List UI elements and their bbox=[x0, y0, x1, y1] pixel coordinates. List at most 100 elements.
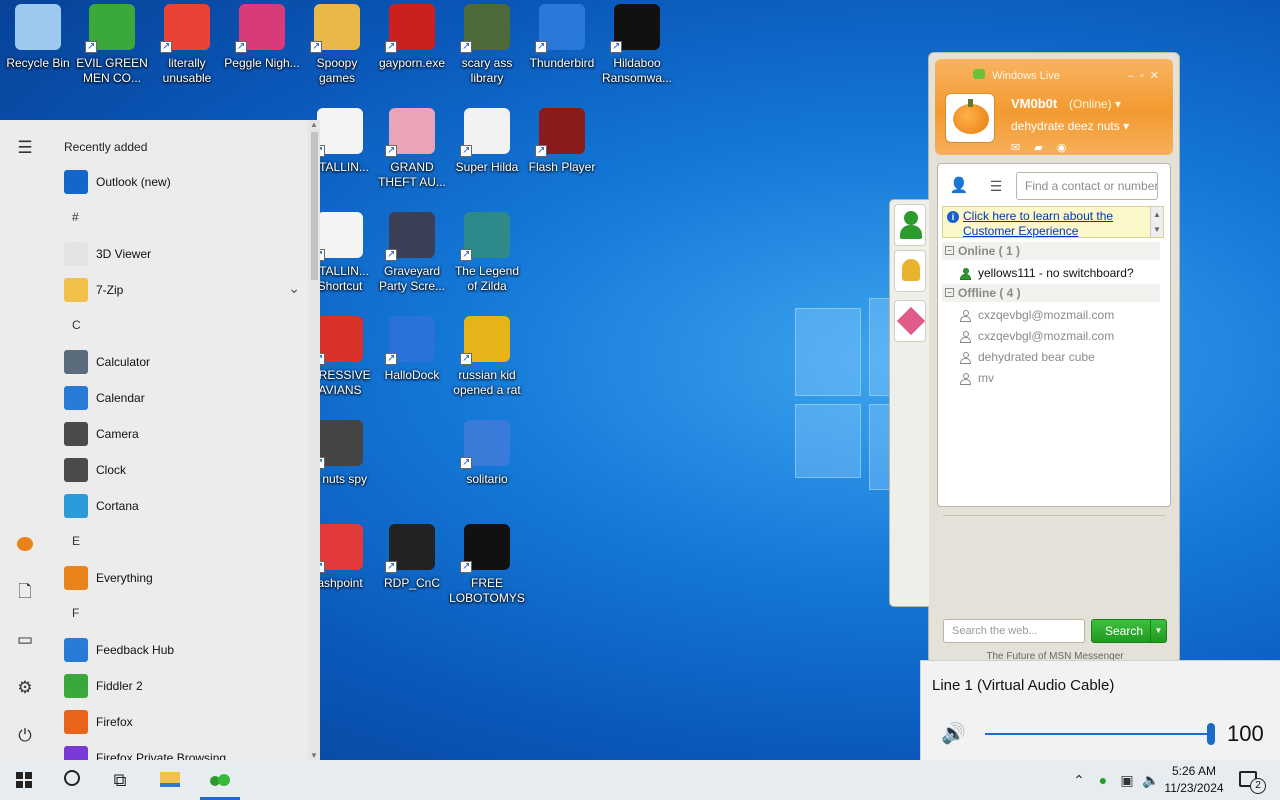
add-contact-icon[interactable]: 👤 bbox=[946, 174, 972, 198]
clock[interactable]: 5:26 AM 11/23/2024 bbox=[1158, 763, 1230, 797]
collapse-icon[interactable]: − bbox=[945, 246, 954, 255]
desktop-icon[interactable]: Hildaboo Ransomwa... bbox=[599, 4, 675, 86]
scroll-thumb[interactable] bbox=[311, 132, 318, 280]
desktop-icon[interactable]: RDP_CnC bbox=[374, 524, 450, 591]
messenger-tray-icon[interactable]: ● bbox=[1092, 760, 1114, 800]
contacts-tab-icon[interactable] bbox=[894, 204, 926, 246]
start-app-item[interactable]: Outlook (new) bbox=[50, 164, 308, 200]
task-view-icon[interactable]: ⧉ bbox=[96, 760, 144, 800]
folder-icon[interactable]: ▰ bbox=[1034, 142, 1056, 154]
mail-icon[interactable]: ✉ bbox=[1011, 142, 1034, 154]
start-app-item[interactable]: Cortana bbox=[50, 488, 308, 524]
avatar[interactable] bbox=[945, 93, 995, 143]
desktop-icon[interactable]: HalloDock bbox=[374, 316, 450, 383]
magnifier-icon bbox=[64, 566, 88, 590]
desktop-icon-label: Recycle Bin bbox=[6, 56, 70, 70]
desktop-icon[interactable]: solitario bbox=[449, 420, 525, 487]
desktop-icon[interactable]: Graveyard Party Scre... bbox=[374, 212, 450, 294]
msn-logo-icon[interactable]: ◉ bbox=[1057, 142, 1081, 154]
start-app-item[interactable]: 3D Viewer bbox=[50, 236, 308, 272]
section-letter[interactable]: F bbox=[72, 606, 79, 620]
desktop-icon[interactable]: GRAND THEFT AU... bbox=[374, 108, 450, 190]
desktop-icon[interactable]: The Legend of Zilda bbox=[449, 212, 525, 294]
list-view-icon[interactable]: ☰ bbox=[982, 174, 1010, 198]
contact-item[interactable]: cxzqevbgl@mozmail.com bbox=[960, 326, 1160, 347]
activities-icon[interactable] bbox=[894, 300, 926, 342]
start-app-item[interactable]: 7-Zip ⌄ bbox=[50, 272, 308, 308]
section-letter[interactable]: E bbox=[72, 534, 80, 548]
start-app-item[interactable]: Calculator bbox=[50, 344, 308, 380]
pictures-icon[interactable]: ▭ bbox=[13, 628, 37, 652]
chevron-down-icon[interactable]: ▼ bbox=[1150, 620, 1166, 642]
feedback-icon bbox=[64, 638, 88, 662]
desktop-icon[interactable]: FREE LOBOTOMYS bbox=[449, 524, 525, 606]
desktop-icon[interactable]: russian kid opened a rat bbox=[449, 316, 525, 398]
contact-group-header[interactable]: − Online ( 1 ) bbox=[942, 242, 1160, 260]
header-tools[interactable]: ✉▰◉ bbox=[1011, 141, 1080, 154]
audio-device-name[interactable]: Line 1 (Virtual Audio Cable) bbox=[932, 677, 1114, 694]
scroll-up-icon[interactable]: ▲ bbox=[310, 120, 318, 129]
action-center-icon[interactable]: 2 bbox=[1236, 760, 1272, 800]
alerts-bell-icon[interactable] bbox=[894, 250, 926, 292]
status-text[interactable]: (Online) ▾ bbox=[1069, 97, 1121, 111]
documents-icon[interactable]: 🗋 bbox=[13, 580, 37, 604]
personal-message[interactable]: dehydrate deez nuts ▾ bbox=[1011, 119, 1129, 133]
start-scrollbar[interactable]: ▲ ▼ bbox=[308, 120, 320, 760]
collapse-icon[interactable]: − bbox=[945, 288, 954, 297]
start-app-item[interactable]: Feedback Hub bbox=[50, 632, 308, 668]
desktop-icon[interactable]: Flash Player bbox=[524, 108, 600, 175]
start-app-item[interactable]: Firefox bbox=[50, 704, 308, 740]
desktop-icon[interactable]: EVIL GREEN MEN CO... bbox=[74, 4, 150, 86]
contact-name: cxzqevbgl@mozmail.com bbox=[978, 329, 1115, 343]
messenger-window[interactable]: Windows Live –▫✕ VM0b0t (Online) ▾ dehyd… bbox=[889, 52, 1180, 664]
start-app-item[interactable]: Camera bbox=[50, 416, 308, 452]
volume-slider-thumb[interactable] bbox=[1207, 723, 1215, 745]
desktop-icon[interactable]: literally unusable bbox=[149, 4, 225, 86]
search-icon[interactable] bbox=[48, 760, 96, 800]
messenger-taskbar-icon[interactable] bbox=[196, 760, 244, 800]
banner-scroll[interactable]: ▲ ▼ bbox=[1150, 207, 1163, 237]
desktop-icon[interactable]: Recycle Bin bbox=[0, 4, 76, 71]
desktop-icon[interactable]: scary ass library bbox=[449, 4, 525, 86]
contact-item[interactable]: yellows111 - no switchboard? bbox=[960, 263, 1160, 284]
user-avatar-icon[interactable] bbox=[13, 532, 37, 556]
desktop-icon[interactable]: Spoopy games bbox=[299, 4, 375, 86]
file-explorer-icon[interactable] bbox=[146, 760, 194, 800]
section-letter[interactable]: # bbox=[72, 210, 79, 224]
start-app-item[interactable]: Calendar bbox=[50, 380, 308, 416]
contact-item[interactable]: cxzqevbgl@mozmail.com bbox=[960, 305, 1160, 326]
start-button[interactable] bbox=[0, 760, 48, 800]
hamburger-icon[interactable]: ☰ bbox=[13, 136, 37, 160]
chrome-icon bbox=[160, 4, 210, 54]
contact-item[interactable]: mv bbox=[960, 368, 1160, 389]
desktop-icon[interactable]: Super Hilda bbox=[449, 108, 525, 175]
volume-slider-track[interactable] bbox=[985, 733, 1211, 735]
desktop-icon[interactable]: gayporn.exe bbox=[374, 4, 450, 71]
banner-link[interactable]: Click here to learn about the Customer E… bbox=[963, 209, 1149, 239]
username[interactable]: VM0b0t bbox=[1011, 96, 1057, 111]
info-banner[interactable]: i Click here to learn about the Customer… bbox=[942, 206, 1164, 238]
window-controls[interactable]: –▫✕ bbox=[1128, 69, 1165, 82]
shortcut-arrow-icon bbox=[385, 247, 397, 262]
start-app-item[interactable]: Everything bbox=[50, 560, 308, 596]
find-contact-input[interactable]: Find a contact or number bbox=[1016, 172, 1158, 200]
search-button[interactable]: Search ▼ bbox=[1091, 619, 1167, 643]
show-hidden-icons-chevron-icon[interactable]: ⌃ bbox=[1068, 760, 1090, 800]
scroll-down-icon[interactable]: ▼ bbox=[310, 751, 318, 760]
settings-gear-icon[interactable]: ⚙ bbox=[13, 676, 37, 700]
contact-name: yellows111 - no switchboard? bbox=[978, 266, 1134, 280]
power-icon[interactable]: ⏻ bbox=[13, 724, 37, 748]
start-app-item[interactable]: Firefox Private Browsing bbox=[50, 740, 308, 760]
start-app-item[interactable]: Fiddler 2 bbox=[50, 668, 308, 704]
start-app-label: Firefox Private Browsing bbox=[96, 751, 227, 760]
contact-group-header[interactable]: − Offline ( 4 ) bbox=[942, 284, 1160, 302]
contact-item[interactable]: dehydrated bear cube bbox=[960, 347, 1160, 368]
web-search-input[interactable]: Search the web... bbox=[943, 619, 1085, 643]
expand-chevron-icon[interactable]: ⌄ bbox=[288, 280, 300, 297]
desktop-icon[interactable]: Thunderbird bbox=[524, 4, 600, 71]
start-app-item[interactable]: Clock bbox=[50, 452, 308, 488]
speaker-icon[interactable]: 🔊 bbox=[941, 721, 966, 746]
section-letter[interactable]: C bbox=[72, 318, 81, 332]
desktop-icon[interactable]: Peggle Nigh... bbox=[224, 4, 300, 71]
network-icon[interactable]: ▣ bbox=[1116, 760, 1138, 800]
